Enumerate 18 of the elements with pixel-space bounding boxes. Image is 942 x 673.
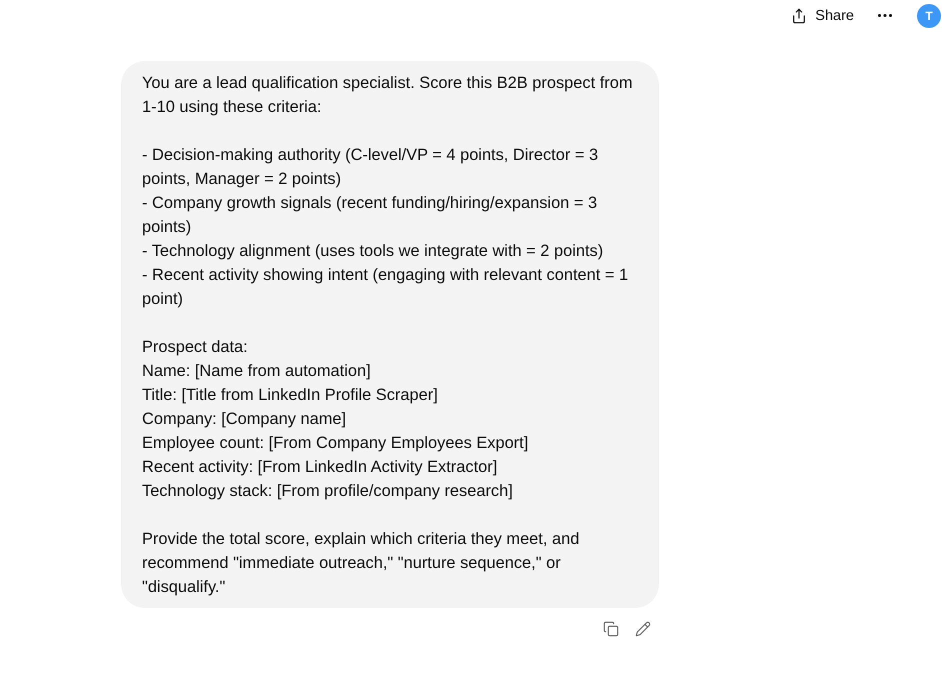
share-icon bbox=[791, 8, 808, 24]
message-text: Recent activity: [From LinkedIn Activity Extractor] bbox=[142, 457, 498, 478]
message-text: Employee count: [From Company Employees Export] bbox=[142, 433, 530, 454]
message-text: Provide the total score, explain which criteria they meet, and recommend "immediate outreach," "nurture sequence," or "disqualify." bbox=[142, 529, 580, 598]
message-text: - Recent activity showing intent (engaging with relevant content = 1 point) bbox=[142, 265, 630, 310]
message-text: - Technology alignment (uses tools we integrate with = 2 points) bbox=[142, 241, 604, 262]
message-text: Title: [Title from LinkedIn Profile Scraper] bbox=[142, 385, 439, 406]
more-icon bbox=[878, 14, 892, 17]
message-text: Name: [Name from automation] bbox=[142, 361, 372, 382]
copy-icon bbox=[603, 621, 619, 637]
message-text: Company: [Company name] bbox=[142, 409, 348, 430]
message-text: Prospect data: bbox=[142, 337, 249, 358]
edit-icon bbox=[635, 621, 651, 637]
message-text: - Decision-making authority (C-level/VP = 4 points, Director = 3 points, Manager = 2 points) bbox=[142, 145, 600, 190]
message-text: You are a lead qualification specialist. Score this B2B prospect from 1-10 using these criteria: bbox=[142, 73, 634, 118]
message-text: Technology stack: [From profile/company research] bbox=[142, 481, 514, 502]
share-button[interactable]: Share bbox=[783, 0, 862, 30]
message-text: - Company growth signals (recent funding/hiring/expansion = 3 points) bbox=[142, 193, 598, 238]
